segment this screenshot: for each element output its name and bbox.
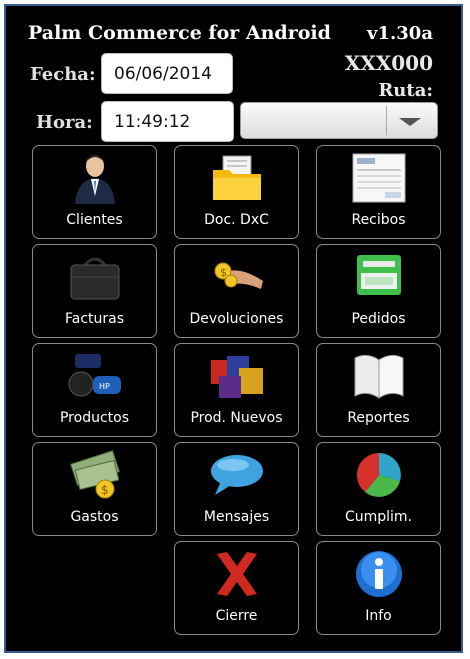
new-products-icon [210, 356, 263, 398]
menu-clientes-button[interactable]: Clientes [32, 145, 157, 239]
menu-pedidos-button[interactable]: Pedidos [316, 244, 441, 338]
menu-label: Gastos [70, 509, 119, 525]
app-version: v1.30a [367, 23, 433, 44]
app-screen: Palm Commerce for Android v1.30a XXX000 … [4, 4, 463, 653]
folder-icon [212, 155, 261, 200]
svg-text:$: $ [101, 483, 109, 497]
menu-label: Cierre [215, 608, 258, 624]
hora-field[interactable]: 11:49:12 [101, 101, 234, 142]
menu-label: Pedidos [351, 311, 406, 327]
fecha-label: Fecha: [30, 64, 96, 85]
menu-reportes-button[interactable]: Reportes [316, 343, 441, 437]
menu-label: Cumplim. [344, 509, 413, 525]
menu-label: Facturas [64, 311, 125, 327]
ruta-label: Ruta: [378, 80, 433, 101]
menu-label: Doc. DxC [204, 212, 269, 228]
menu-label: Clientes [66, 212, 123, 228]
close-x-icon [216, 552, 257, 596]
menu-label: Mensajes [203, 509, 270, 525]
info-icon [355, 551, 402, 597]
speech-bubble-icon [210, 455, 263, 495]
ruta-select[interactable] [240, 102, 438, 139]
hand-money-icon: $ [214, 262, 263, 289]
menu-label: Recibos [351, 212, 406, 228]
menu-gastos-button[interactable]: $ Gastos [32, 442, 157, 536]
products-icon: HP [68, 354, 121, 397]
chevron-down-icon[interactable] [399, 118, 421, 126]
menu-label: Info [365, 608, 392, 624]
user-icon [74, 155, 115, 204]
money-icon: $ [69, 450, 120, 499]
book-icon [354, 354, 403, 399]
menu-facturas-button[interactable]: Facturas [32, 244, 157, 338]
menu-productos-button[interactable]: HP Productos [32, 343, 157, 437]
order-box-icon [356, 255, 401, 295]
pie-chart-icon [356, 452, 401, 497]
menu-cumplim-button[interactable]: Cumplim. [316, 442, 441, 536]
menu-cierre-button[interactable]: Cierre [174, 541, 299, 635]
menu-label: Productos [59, 410, 129, 426]
menu-devoluciones-button[interactable]: $ Devoluciones [174, 244, 299, 338]
app-title: Palm Commerce for Android [28, 22, 331, 44]
hora-label: Hora: [36, 112, 93, 133]
menu-prod-nuevos-button[interactable]: Prod. Nuevos [174, 343, 299, 437]
fecha-field[interactable]: 06/06/2014 [101, 53, 233, 94]
briefcase-icon [70, 257, 119, 300]
menu-label: Prod. Nuevos [190, 410, 283, 426]
select-divider [386, 106, 387, 135]
receipt-icon [352, 153, 405, 203]
menu-doc-dxc-button[interactable]: Doc. DxC [174, 145, 299, 239]
user-code: XXX000 [344, 51, 433, 75]
menu-info-button[interactable]: Info [316, 541, 441, 635]
svg-text:HP: HP [99, 382, 110, 391]
menu-recibos-button[interactable]: Recibos [316, 145, 441, 239]
menu-label: Devoluciones [189, 311, 284, 327]
menu-label: Reportes [347, 410, 410, 426]
menu-mensajes-button[interactable]: Mensajes [174, 442, 299, 536]
